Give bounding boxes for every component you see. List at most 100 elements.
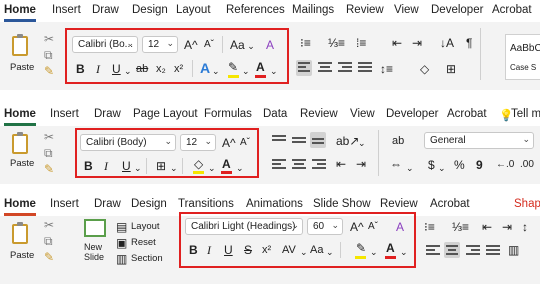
tab-developer[interactable]: Developer — [431, 4, 483, 16]
align-right-button[interactable] — [312, 159, 326, 171]
strikethrough-button[interactable]: S — [244, 243, 252, 257]
comma-style-icon[interactable]: 9 — [476, 158, 483, 172]
grow-font-icon[interactable]: A^ — [222, 136, 236, 150]
superscript-button[interactable]: x² — [174, 62, 183, 76]
font-size-select[interactable]: 60 ⌄ — [307, 218, 343, 235]
clear-formatting-icon[interactable]: A — [396, 220, 404, 234]
tab-draw[interactable]: Draw — [94, 198, 121, 210]
borders-icon[interactable]: ⊞ — [446, 62, 456, 76]
font-color-icon[interactable]: A — [256, 60, 265, 74]
tab-formulas[interactable]: Formulas — [204, 108, 252, 120]
chevron-down-icon[interactable]: ⌄ — [406, 161, 414, 175]
underline-chevron-icon[interactable]: ⌄ — [124, 64, 132, 78]
tab-insert[interactable]: Insert — [50, 108, 79, 120]
new-slide-icon[interactable] — [84, 219, 106, 237]
tab-tell-me[interactable]: Tell m — [511, 108, 540, 120]
tab-references[interactable]: References — [226, 4, 285, 16]
change-case-icon[interactable]: Aa ⌄ — [230, 38, 255, 53]
shading-icon[interactable]: ◇ — [420, 62, 429, 76]
tab-review[interactable]: Review — [346, 4, 384, 16]
tab-mailings[interactable]: Mailings — [292, 4, 334, 16]
format-painter-icon[interactable]: ✎ — [44, 64, 54, 78]
underline-button[interactable]: U — [122, 159, 131, 173]
tab-design[interactable]: Design — [131, 198, 167, 210]
tab-draw[interactable]: Draw — [94, 108, 121, 120]
clear-formatting-icon[interactable]: A — [266, 38, 274, 52]
cut-icon[interactable]: ✂ — [44, 32, 54, 46]
subscript-button[interactable]: x₂ — [156, 62, 166, 76]
change-case-icon[interactable]: Aa — [310, 243, 323, 257]
cut-icon[interactable]: ✂ — [44, 130, 54, 144]
layout-button[interactable]: Layout — [131, 221, 160, 232]
bold-button[interactable]: B — [76, 62, 85, 76]
section-icon[interactable]: ▥ — [116, 252, 127, 266]
decrease-indent-icon[interactable]: ⇤ — [336, 157, 346, 171]
tab-animations[interactable]: Animations — [246, 198, 303, 210]
align-left-button[interactable] — [272, 159, 286, 171]
tab-shape-format[interactable]: Shap — [514, 198, 540, 210]
tab-layout[interactable]: Layout — [176, 4, 211, 16]
tab-review[interactable]: Review — [300, 108, 338, 120]
decrease-indent-icon[interactable]: ⇤ — [482, 220, 492, 234]
tab-design[interactable]: Design — [132, 4, 168, 16]
paste-label[interactable]: Paste — [10, 250, 34, 261]
font-color-icon[interactable]: A — [386, 241, 395, 255]
align-center-button[interactable] — [292, 159, 306, 171]
chevron-down-icon[interactable]: ⌄ — [212, 64, 220, 78]
chevron-down-icon[interactable]: ⌄ — [134, 161, 142, 175]
merge-center-icon[interactable]: ⇔ — [390, 157, 402, 171]
tab-data[interactable]: Data — [263, 108, 287, 120]
increase-indent-icon[interactable]: ⇥ — [502, 220, 512, 234]
paste-icon[interactable] — [12, 34, 28, 56]
styles-gallery-item[interactable]: AaBbC Case S — [505, 34, 540, 80]
multilevel-list-icon[interactable]: ⁞≡ — [356, 36, 366, 50]
highlight-icon[interactable]: ✎ — [356, 241, 366, 255]
show-formatting-icon[interactable]: ¶ — [466, 36, 472, 50]
increase-indent-icon[interactable]: ⇥ — [356, 157, 366, 171]
section-button[interactable]: Section — [131, 253, 163, 264]
reset-button[interactable]: Reset — [131, 237, 156, 248]
italic-button[interactable]: I — [104, 159, 108, 173]
chevron-down-icon[interactable]: ⌄ — [400, 245, 408, 259]
strikethrough-button[interactable]: ab — [136, 62, 148, 76]
columns-icon[interactable]: ▥ — [508, 243, 519, 257]
font-name-select[interactable]: Calibri (Body) ⌄ — [80, 134, 176, 151]
shrink-font-icon[interactable]: Aˇ — [368, 220, 378, 234]
align-middle-button[interactable] — [292, 137, 306, 145]
align-left-button[interactable] — [426, 245, 440, 257]
format-painter-icon[interactable]: ✎ — [44, 250, 54, 264]
align-center-button[interactable] — [444, 242, 460, 258]
sort-icon[interactable]: ↓A — [440, 36, 454, 50]
underline-button[interactable]: U — [112, 62, 121, 76]
tab-view[interactable]: View — [350, 108, 375, 120]
justify-button[interactable] — [358, 62, 372, 74]
new-slide-label[interactable]: New Slide — [84, 242, 104, 262]
chevron-down-icon[interactable]: ⌄ — [358, 136, 366, 150]
copy-icon[interactable]: ⧉ — [44, 146, 53, 160]
italic-button[interactable]: I — [207, 243, 211, 257]
highlight-icon[interactable]: ✎ — [228, 60, 238, 74]
cut-icon[interactable]: ✂ — [44, 218, 54, 232]
tab-transitions[interactable]: Transitions — [178, 198, 234, 210]
tab-home[interactable]: Home — [4, 4, 36, 16]
shrink-font-icon[interactable]: Aˇ — [240, 136, 250, 150]
font-name-select[interactable]: Calibri Light (Headings) ⌄ — [185, 218, 303, 235]
tab-insert[interactable]: Insert — [52, 4, 81, 16]
paste-icon[interactable] — [12, 222, 28, 244]
copy-icon[interactable]: ⧉ — [44, 48, 53, 62]
paste-icon[interactable] — [12, 132, 28, 154]
wrap-text-icon[interactable]: ab — [392, 134, 404, 148]
currency-icon[interactable]: $ — [428, 158, 435, 172]
font-size-select[interactable]: 12 ⌄ — [142, 36, 178, 53]
chevron-down-icon[interactable]: ⌄ — [208, 161, 216, 175]
font-name-select[interactable]: Calibri (Bo... ⌄ — [72, 36, 138, 53]
tab-draw[interactable]: Draw — [92, 4, 119, 16]
tab-acrobat[interactable]: Acrobat — [492, 4, 532, 16]
underline-button[interactable]: U — [224, 243, 233, 257]
tab-acrobat[interactable]: Acrobat — [430, 198, 470, 210]
bold-button[interactable]: B — [84, 159, 93, 173]
decrease-indent-icon[interactable]: ⇤ — [392, 36, 402, 50]
align-bottom-button[interactable] — [310, 132, 326, 148]
fill-color-icon[interactable]: ◇ — [194, 157, 203, 171]
orientation-icon[interactable]: ab↗ — [336, 134, 359, 148]
